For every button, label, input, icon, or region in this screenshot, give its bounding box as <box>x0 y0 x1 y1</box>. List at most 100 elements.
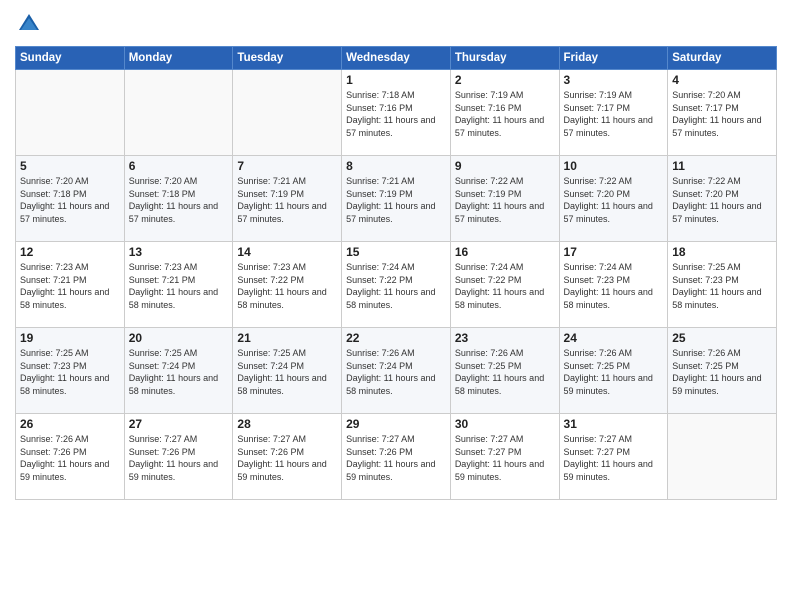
day-number: 29 <box>346 417 446 431</box>
day-info: Sunrise: 7:25 AM Sunset: 7:24 PM Dayligh… <box>129 347 229 397</box>
day-number: 13 <box>129 245 229 259</box>
calendar-cell: 12 Sunrise: 7:23 AM Sunset: 7:21 PM Dayli… <box>16 242 125 328</box>
calendar-cell <box>16 70 125 156</box>
day-number: 27 <box>129 417 229 431</box>
day-info: Sunrise: 7:19 AM Sunset: 7:17 PM Dayligh… <box>564 89 664 139</box>
day-number: 22 <box>346 331 446 345</box>
day-number: 7 <box>237 159 337 173</box>
day-info: Sunrise: 7:27 AM Sunset: 7:26 PM Dayligh… <box>237 433 337 483</box>
calendar-cell: 3 Sunrise: 7:19 AM Sunset: 7:17 PM Daylig… <box>559 70 668 156</box>
day-info: Sunrise: 7:21 AM Sunset: 7:19 PM Dayligh… <box>237 175 337 225</box>
day-number: 24 <box>564 331 664 345</box>
day-info: Sunrise: 7:27 AM Sunset: 7:26 PM Dayligh… <box>129 433 229 483</box>
day-info: Sunrise: 7:25 AM Sunset: 7:24 PM Dayligh… <box>237 347 337 397</box>
calendar-cell: 19 Sunrise: 7:25 AM Sunset: 7:23 PM Dayli… <box>16 328 125 414</box>
day-number: 4 <box>672 73 772 87</box>
day-info: Sunrise: 7:26 AM Sunset: 7:25 PM Dayligh… <box>455 347 555 397</box>
logo <box>15 10 47 38</box>
day-info: Sunrise: 7:19 AM Sunset: 7:16 PM Dayligh… <box>455 89 555 139</box>
day-number: 14 <box>237 245 337 259</box>
calendar-cell: 27 Sunrise: 7:27 AM Sunset: 7:26 PM Dayli… <box>124 414 233 500</box>
day-number: 15 <box>346 245 446 259</box>
calendar-cell: 8 Sunrise: 7:21 AM Sunset: 7:19 PM Daylig… <box>342 156 451 242</box>
day-number: 3 <box>564 73 664 87</box>
calendar-header-sunday: Sunday <box>16 47 125 70</box>
day-info: Sunrise: 7:22 AM Sunset: 7:20 PM Dayligh… <box>672 175 772 225</box>
calendar-header-wednesday: Wednesday <box>342 47 451 70</box>
calendar-cell: 13 Sunrise: 7:23 AM Sunset: 7:21 PM Dayli… <box>124 242 233 328</box>
calendar-cell: 11 Sunrise: 7:22 AM Sunset: 7:20 PM Dayli… <box>668 156 777 242</box>
day-info: Sunrise: 7:20 AM Sunset: 7:18 PM Dayligh… <box>129 175 229 225</box>
day-info: Sunrise: 7:27 AM Sunset: 7:27 PM Dayligh… <box>455 433 555 483</box>
day-info: Sunrise: 7:22 AM Sunset: 7:20 PM Dayligh… <box>564 175 664 225</box>
calendar-cell <box>668 414 777 500</box>
day-info: Sunrise: 7:23 AM Sunset: 7:22 PM Dayligh… <box>237 261 337 311</box>
calendar-cell: 25 Sunrise: 7:26 AM Sunset: 7:25 PM Dayli… <box>668 328 777 414</box>
day-number: 2 <box>455 73 555 87</box>
calendar-week-row: 19 Sunrise: 7:25 AM Sunset: 7:23 PM Dayli… <box>16 328 777 414</box>
calendar-header-friday: Friday <box>559 47 668 70</box>
calendar-cell <box>233 70 342 156</box>
day-number: 31 <box>564 417 664 431</box>
calendar-cell: 30 Sunrise: 7:27 AM Sunset: 7:27 PM Dayli… <box>450 414 559 500</box>
calendar-cell: 29Sunrise: 7:27 AM Sunset: 7:26 PM Dayli… <box>342 414 451 500</box>
day-number: 18 <box>672 245 772 259</box>
day-info: Sunrise: 7:25 AM Sunset: 7:23 PM Dayligh… <box>672 261 772 311</box>
day-info: Sunrise: 7:22 AM Sunset: 7:19 PM Dayligh… <box>455 175 555 225</box>
day-number: 1 <box>346 73 446 87</box>
calendar-week-row: 12 Sunrise: 7:23 AM Sunset: 7:21 PM Dayli… <box>16 242 777 328</box>
day-number: 19 <box>20 331 120 345</box>
calendar-cell: 15 Sunrise: 7:24 AM Sunset: 7:22 PM Dayli… <box>342 242 451 328</box>
day-number: 12 <box>20 245 120 259</box>
calendar-cell: 22 Sunrise: 7:26 AM Sunset: 7:24 PM Dayli… <box>342 328 451 414</box>
calendar-week-row: 5Sunrise: 7:20 AM Sunset: 7:18 PM Daylig… <box>16 156 777 242</box>
calendar-week-row: 26Sunrise: 7:26 AM Sunset: 7:26 PM Dayli… <box>16 414 777 500</box>
day-info: Sunrise: 7:26 AM Sunset: 7:26 PM Dayligh… <box>20 433 120 483</box>
calendar-cell: 4 Sunrise: 7:20 AM Sunset: 7:17 PM Daylig… <box>668 70 777 156</box>
day-number: 16 <box>455 245 555 259</box>
calendar-header-row: SundayMondayTuesdayWednesdayThursdayFrid… <box>16 47 777 70</box>
day-info: Sunrise: 7:26 AM Sunset: 7:25 PM Dayligh… <box>564 347 664 397</box>
calendar-cell: 6 Sunrise: 7:20 AM Sunset: 7:18 PM Daylig… <box>124 156 233 242</box>
header <box>15 10 777 38</box>
calendar-cell: 16 Sunrise: 7:24 AM Sunset: 7:22 PM Dayli… <box>450 242 559 328</box>
calendar-cell: 31Sunrise: 7:27 AM Sunset: 7:27 PM Dayli… <box>559 414 668 500</box>
day-info: Sunrise: 7:20 AM Sunset: 7:18 PM Dayligh… <box>20 175 120 225</box>
day-number: 23 <box>455 331 555 345</box>
day-info: Sunrise: 7:25 AM Sunset: 7:23 PM Dayligh… <box>20 347 120 397</box>
calendar-cell: 21 Sunrise: 7:25 AM Sunset: 7:24 PM Dayli… <box>233 328 342 414</box>
calendar-cell: 20 Sunrise: 7:25 AM Sunset: 7:24 PM Dayli… <box>124 328 233 414</box>
calendar-cell: 10 Sunrise: 7:22 AM Sunset: 7:20 PM Dayli… <box>559 156 668 242</box>
calendar-cell: 17 Sunrise: 7:24 AM Sunset: 7:23 PM Dayli… <box>559 242 668 328</box>
day-info: Sunrise: 7:18 AM Sunset: 7:16 PM Dayligh… <box>346 89 446 139</box>
calendar-cell: 9 Sunrise: 7:22 AM Sunset: 7:19 PM Daylig… <box>450 156 559 242</box>
calendar-cell: 2 Sunrise: 7:19 AM Sunset: 7:16 PM Daylig… <box>450 70 559 156</box>
calendar-cell: 23 Sunrise: 7:26 AM Sunset: 7:25 PM Dayli… <box>450 328 559 414</box>
calendar-header-tuesday: Tuesday <box>233 47 342 70</box>
day-number: 25 <box>672 331 772 345</box>
day-info: Sunrise: 7:23 AM Sunset: 7:21 PM Dayligh… <box>129 261 229 311</box>
day-info: Sunrise: 7:24 AM Sunset: 7:22 PM Dayligh… <box>346 261 446 311</box>
day-number: 30 <box>455 417 555 431</box>
day-info: Sunrise: 7:21 AM Sunset: 7:19 PM Dayligh… <box>346 175 446 225</box>
day-info: Sunrise: 7:26 AM Sunset: 7:25 PM Dayligh… <box>672 347 772 397</box>
day-number: 8 <box>346 159 446 173</box>
calendar-week-row: 1 Sunrise: 7:18 AM Sunset: 7:16 PM Daylig… <box>16 70 777 156</box>
day-info: Sunrise: 7:23 AM Sunset: 7:21 PM Dayligh… <box>20 261 120 311</box>
day-number: 21 <box>237 331 337 345</box>
day-number: 10 <box>564 159 664 173</box>
day-number: 6 <box>129 159 229 173</box>
day-info: Sunrise: 7:24 AM Sunset: 7:22 PM Dayligh… <box>455 261 555 311</box>
calendar-header-monday: Monday <box>124 47 233 70</box>
day-info: Sunrise: 7:26 AM Sunset: 7:24 PM Dayligh… <box>346 347 446 397</box>
day-info: Sunrise: 7:24 AM Sunset: 7:23 PM Dayligh… <box>564 261 664 311</box>
day-number: 20 <box>129 331 229 345</box>
day-number: 28 <box>237 417 337 431</box>
calendar-header-saturday: Saturday <box>668 47 777 70</box>
day-number: 17 <box>564 245 664 259</box>
calendar-table: SundayMondayTuesdayWednesdayThursdayFrid… <box>15 46 777 500</box>
day-number: 9 <box>455 159 555 173</box>
day-number: 11 <box>672 159 772 173</box>
day-info: Sunrise: 7:20 AM Sunset: 7:17 PM Dayligh… <box>672 89 772 139</box>
calendar-cell <box>124 70 233 156</box>
